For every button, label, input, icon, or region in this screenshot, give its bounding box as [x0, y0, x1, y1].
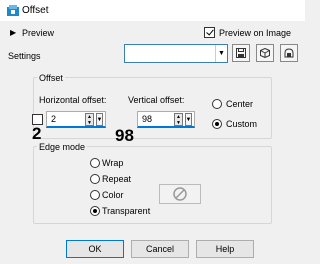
chevron-down-icon[interactable]: ▼ — [215, 45, 227, 62]
settings-label: Settings — [8, 51, 41, 61]
center-radio[interactable] — [212, 99, 222, 109]
spin-arrows-icon[interactable]: ▲ ▼ — [174, 113, 183, 126]
transparent-label[interactable]: Transparent — [102, 206, 150, 216]
transparent-radio[interactable] — [90, 206, 100, 216]
window-title: Offset — [22, 5, 49, 16]
color-swatch[interactable] — [159, 184, 201, 204]
manage-presets-button[interactable] — [256, 44, 274, 62]
edge-mode-group-title: Edge mode — [37, 142, 88, 152]
color-radio[interactable] — [90, 190, 100, 200]
center-label[interactable]: Center — [226, 99, 253, 109]
settings-select[interactable]: ▼ — [124, 44, 228, 63]
repeat-radio[interactable] — [90, 174, 100, 184]
no-color-icon — [173, 187, 187, 201]
expand-arrow-icon[interactable]: ▶ — [10, 28, 16, 37]
offset-app-icon — [7, 5, 19, 16]
cancel-button[interactable]: Cancel — [131, 240, 189, 258]
edge-mode-group — [33, 146, 272, 224]
reset-icon — [284, 48, 294, 58]
spin-arrows-icon[interactable]: ▲ ▼ — [85, 113, 94, 126]
horizontal-offset-label: Horizontal offset: — [39, 95, 107, 105]
offset-group-title: Offset — [37, 73, 65, 83]
reset-button[interactable] — [280, 44, 298, 62]
repeat-label[interactable]: Repeat — [102, 174, 131, 184]
preview-on-image-checkbox[interactable] — [204, 27, 215, 38]
ok-button[interactable]: OK — [66, 240, 124, 258]
manage-presets-icon — [260, 48, 270, 58]
help-button[interactable]: Help — [196, 240, 254, 258]
horizontal-offset-value: 2 — [51, 114, 57, 124]
title-bar: Offset — [0, 0, 305, 21]
vertical-offset-value: 98 — [142, 114, 153, 124]
custom-radio[interactable] — [212, 119, 222, 129]
horizontal-offset-input[interactable]: 2 ▲ ▼ ▼ — [46, 111, 106, 128]
save-preset-icon — [236, 48, 246, 58]
color-label[interactable]: Color — [102, 190, 124, 200]
vertical-offset-overlay: 98 — [115, 126, 134, 145]
horizontal-offset-overlay: 2 — [32, 124, 42, 143]
wrap-label[interactable]: Wrap — [102, 158, 123, 168]
vertical-offset-input[interactable]: 98 ▲ ▼ ▼ — [137, 111, 195, 128]
vertical-offset-label: Vertical offset: — [128, 95, 185, 105]
custom-label[interactable]: Custom — [226, 119, 257, 129]
chevron-down-icon[interactable]: ▼ — [185, 113, 192, 126]
save-preset-button[interactable] — [232, 44, 250, 62]
chevron-down-icon[interactable]: ▼ — [96, 113, 103, 126]
preview-on-image-label[interactable]: Preview on Image — [219, 28, 291, 38]
wrap-radio[interactable] — [90, 158, 100, 168]
preview-toggle[interactable]: Preview — [22, 28, 54, 38]
